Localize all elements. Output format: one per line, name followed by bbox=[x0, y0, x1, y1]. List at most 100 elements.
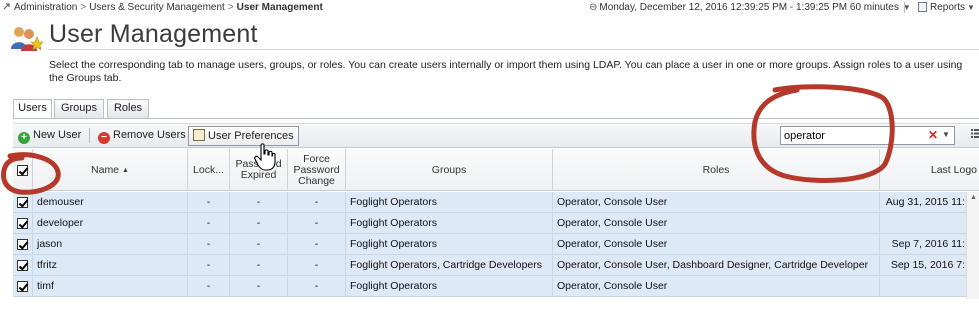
table-row[interactable]: tfritz - - - Foglight Operators, Cartrid… bbox=[13, 255, 979, 276]
report-icon bbox=[918, 2, 927, 12]
edit-icon bbox=[193, 129, 205, 141]
breadcrumb-item-administration[interactable]: Administration bbox=[14, 2, 77, 13]
table-row[interactable]: developer - - - Foglight Operators Opera… bbox=[13, 213, 979, 234]
new-user-label: New User bbox=[33, 129, 82, 141]
groups-cell: Foglight Operators bbox=[346, 276, 553, 296]
user-name-cell[interactable]: tfritz bbox=[33, 255, 188, 275]
time-range-selector[interactable]: ⊖ Monday, December 12, 2016 12:39:25 PM -… bbox=[589, 2, 911, 13]
search-field[interactable]: ✕ ▼ bbox=[780, 126, 955, 145]
users-group-icon bbox=[11, 27, 43, 51]
password-expired-cell: - bbox=[230, 192, 288, 212]
divider bbox=[904, 2, 905, 13]
row-checkbox[interactable] bbox=[17, 217, 28, 229]
user-name-cell[interactable]: timf bbox=[33, 276, 188, 296]
table-row[interactable]: demouser - - - Foglight Operators Operat… bbox=[13, 192, 979, 213]
user-name-cell[interactable]: demouser bbox=[33, 192, 188, 212]
row-select-cell bbox=[13, 234, 33, 254]
column-header-roles[interactable]: Roles bbox=[553, 149, 880, 191]
page-title: User Management bbox=[49, 20, 258, 48]
top-bar: Administration > Users & Security Manageme… bbox=[0, 0, 979, 16]
tabs-divider bbox=[13, 118, 979, 119]
reports-label: Reports bbox=[930, 2, 966, 13]
locked-cell: - bbox=[188, 276, 230, 296]
search-input[interactable] bbox=[783, 128, 919, 143]
force-password-change-cell: - bbox=[288, 213, 346, 233]
vertical-scrollbar[interactable]: ▲ bbox=[966, 192, 979, 299]
tab-roles[interactable]: Roles bbox=[107, 99, 149, 118]
row-select-cell bbox=[13, 192, 33, 212]
row-select-cell bbox=[13, 276, 33, 296]
toolbar-divider bbox=[89, 128, 90, 143]
column-header-label: Lock... bbox=[193, 163, 224, 176]
select-all-header bbox=[13, 149, 33, 191]
scroll-up-icon[interactable]: ▲ bbox=[970, 194, 977, 201]
roles-cell: Operator, Console User bbox=[553, 234, 880, 254]
user-name-cell[interactable]: jason bbox=[33, 234, 188, 254]
column-header-name[interactable]: Name ▲ bbox=[33, 149, 188, 191]
add-icon: + bbox=[18, 132, 30, 144]
column-list-icon[interactable] bbox=[971, 129, 979, 138]
row-checkbox[interactable] bbox=[17, 238, 28, 250]
remove-users-button[interactable]: − Remove Users bbox=[98, 126, 186, 145]
locked-cell: - bbox=[188, 255, 230, 275]
row-checkbox[interactable] bbox=[17, 280, 28, 292]
user-name-cell[interactable]: developer bbox=[33, 213, 188, 233]
last-login-cell bbox=[880, 213, 966, 233]
force-password-change-cell: - bbox=[288, 255, 346, 275]
breadcrumb-separator: > bbox=[227, 2, 234, 13]
column-header-locked[interactable]: Lock... bbox=[188, 149, 230, 191]
clear-icon[interactable]: ✕ bbox=[928, 128, 938, 142]
column-header-label: Name bbox=[91, 163, 120, 176]
locked-cell: - bbox=[188, 213, 230, 233]
groups-cell: Foglight Operators bbox=[346, 213, 553, 233]
table-header: Name ▲ Lock... Password Expired Force Pas… bbox=[13, 149, 979, 191]
force-password-change-cell: - bbox=[288, 276, 346, 296]
last-login-cell: Aug 31, 2015 11: bbox=[885, 196, 965, 208]
remove-users-label: Remove Users bbox=[113, 129, 186, 141]
column-header-label: Last Logo bbox=[930, 163, 977, 176]
column-header-last-login[interactable]: Last Logo bbox=[880, 149, 979, 191]
page-description: Select the corresponding tab to manage u… bbox=[49, 59, 963, 84]
row-checkbox[interactable] bbox=[17, 259, 28, 271]
remove-icon: − bbox=[98, 132, 110, 144]
password-expired-cell: - bbox=[230, 255, 288, 275]
force-password-change-cell: - bbox=[288, 234, 346, 254]
tab-groups[interactable]: Groups bbox=[54, 99, 104, 118]
groups-cell: Foglight Operators, Cartridge Developers bbox=[346, 255, 553, 275]
chevron-down-icon[interactable]: ▼ bbox=[942, 130, 950, 139]
table-row[interactable]: jason - - - Foglight Operators Operator,… bbox=[13, 234, 979, 255]
groups-cell: Foglight Operators bbox=[346, 234, 553, 254]
time-range-text: Monday, December 12, 2016 12:39:25 PM - … bbox=[599, 2, 899, 13]
roles-cell: Operator, Console User bbox=[553, 276, 880, 296]
last-login-cell: Sep 7, 2016 11: bbox=[891, 238, 965, 250]
new-user-button[interactable]: + New User bbox=[18, 126, 81, 145]
table-row[interactable]: timf - - - Foglight Operators Operator, … bbox=[13, 276, 979, 297]
reports-menu[interactable]: Reports ▼ bbox=[918, 2, 975, 13]
row-select-cell bbox=[13, 213, 33, 233]
user-preferences-button[interactable]: User Preferences bbox=[188, 126, 299, 146]
force-password-change-cell: - bbox=[288, 192, 346, 212]
toolbar: + New User − Remove Users User Preferences… bbox=[13, 123, 979, 148]
roles-cell: Operator, Console User bbox=[553, 192, 880, 212]
tab-users[interactable]: Users bbox=[13, 99, 52, 119]
roles-cell: Operator, Console User, Dashboard Design… bbox=[553, 255, 880, 275]
column-header-label: Force Password Change bbox=[293, 152, 340, 187]
chevron-down-icon: ▼ bbox=[967, 3, 975, 12]
users-table: Name ▲ Lock... Password Expired Force Pas… bbox=[13, 149, 979, 299]
clock-icon: ⊖ bbox=[589, 2, 598, 13]
last-login-cell: Sep 15, 2016 7: bbox=[890, 259, 965, 271]
breadcrumb-arrow-icon bbox=[3, 3, 10, 10]
breadcrumb-current: User Management bbox=[236, 2, 323, 13]
column-header-force-password-change[interactable]: Force Password Change bbox=[288, 149, 346, 191]
breadcrumb-item-users-security[interactable]: Users & Security Management bbox=[89, 2, 225, 13]
roles-cell: Operator, Console User bbox=[553, 213, 880, 233]
user-preferences-label: User Preferences bbox=[208, 130, 294, 142]
column-header-label: Groups bbox=[431, 163, 467, 176]
breadcrumb-separator: > bbox=[80, 2, 87, 13]
select-all-checkbox[interactable] bbox=[17, 164, 28, 176]
row-select-cell bbox=[13, 255, 33, 275]
column-header-groups[interactable]: Groups bbox=[346, 149, 553, 191]
column-header-password-expired[interactable]: Password Expired bbox=[230, 149, 288, 191]
row-checkbox[interactable] bbox=[17, 196, 28, 208]
groups-cell: Foglight Operators bbox=[346, 192, 553, 212]
